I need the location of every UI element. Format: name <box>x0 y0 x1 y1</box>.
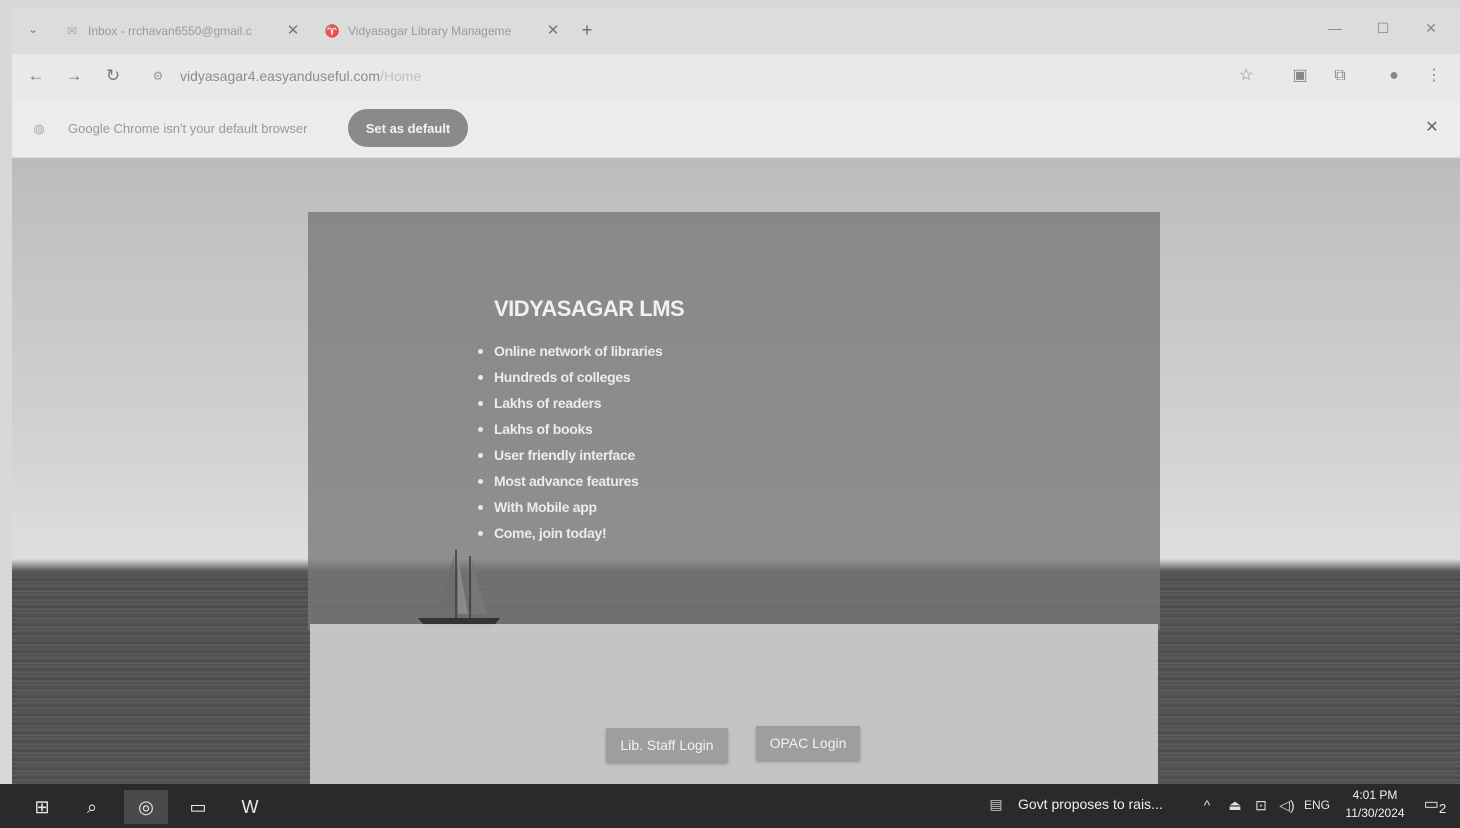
tab-label: Vidyasagar Library Manageme <box>348 24 512 38</box>
clock-date: 11/30/2024 <box>1345 806 1405 820</box>
feature-item: User friendly interface <box>474 442 663 468</box>
feature-item: With Mobile app <box>474 494 663 520</box>
opac-login-button[interactable]: OPAC Login <box>756 726 860 760</box>
address-bar[interactable]: vidyasagar4.easyanduseful.com/Home <box>180 64 1080 88</box>
maximize-icon[interactable]: ☐ <box>1368 16 1398 40</box>
reload-icon[interactable]: ↻ <box>101 64 125 88</box>
news-headline[interactable]: Govt proposes to rais... <box>1018 792 1163 816</box>
more-menu-icon[interactable]: ⋮ <box>1422 64 1446 88</box>
profile-icon[interactable]: ● <box>1382 64 1406 88</box>
tab-strip: ⌄ ✉ Inbox - rrchavan6550@gmail.c ✕ ♈ Vid… <box>12 8 1460 54</box>
infobar-message: Google Chrome isn't your default browser <box>68 121 308 136</box>
feature-item: Lakhs of books <box>474 416 663 442</box>
set-as-default-button[interactable]: Set as default <box>348 109 468 147</box>
tray-chevron-up-icon[interactable]: ^ <box>1196 794 1218 816</box>
window-close-icon[interactable]: ✕ <box>1416 16 1446 40</box>
notification-count: 2 <box>1438 801 1447 817</box>
page-title: VIDYASAGAR LMS <box>494 296 685 321</box>
extensions-puzzle-icon[interactable]: ⧉ <box>1328 64 1352 88</box>
browser-window: ⌄ ✉ Inbox - rrchavan6550@gmail.c ✕ ♈ Vid… <box>12 8 1460 784</box>
system-clock[interactable]: 4:01 PM 11/30/2024 <box>1340 786 1410 822</box>
url-path: /Home <box>380 68 422 84</box>
lib-staff-login-button[interactable]: Lib. Staff Login <box>606 728 728 762</box>
feature-item: Hundreds of colleges <box>474 364 663 390</box>
new-tab-icon[interactable]: + <box>575 18 599 42</box>
login-panel: Lib. Staff Login OPAC Login <box>310 624 1158 784</box>
close-tab-icon[interactable]: ✕ <box>544 16 562 46</box>
search-icon[interactable]: ⌕ <box>70 790 114 824</box>
web-page: VIDYASAGAR LMS Online network of librari… <box>12 158 1460 784</box>
file-explorer-icon[interactable]: ▭ <box>176 790 220 824</box>
pdf-extension-icon[interactable]: ▣ <box>1288 64 1312 88</box>
feature-item: Online network of libraries <box>474 338 663 364</box>
address-toolbar: ← → ↻ ⚙ vidyasagar4.easyanduseful.com/Ho… <box>12 54 1460 98</box>
forward-arrow-icon[interactable]: → <box>62 64 86 88</box>
default-browser-infobar: ◍ Google Chrome isn't your default brows… <box>12 98 1460 158</box>
close-infobar-icon[interactable]: ✕ <box>1420 116 1444 140</box>
news-widget-icon[interactable]: ▤ <box>986 794 1006 814</box>
word-icon[interactable]: W <box>228 790 272 824</box>
tab-gmail-inbox[interactable]: ✉ Inbox - rrchavan6550@gmail.c ✕ <box>52 16 308 46</box>
clock-time: 4:01 PM <box>1352 788 1398 802</box>
notification-center-icon[interactable]: ▭2 <box>1420 792 1450 818</box>
minimize-icon[interactable]: — <box>1320 16 1350 40</box>
tab-vidyasagar[interactable]: ♈ Vidyasagar Library Manageme ✕ <box>312 16 568 46</box>
sailing-ship-image <box>418 550 500 628</box>
tab-search-chevron-icon[interactable]: ⌄ <box>24 20 42 38</box>
vidyasagar-favicon: ♈ <box>324 24 340 38</box>
feature-list: Online network of libraries Hundreds of … <box>474 338 663 546</box>
tab-label: Inbox - rrchavan6550@gmail.c <box>88 24 252 38</box>
windows-taskbar: ⊞ ⌕ ◎ ▭ W ▤ Govt proposes to rais... ^ ⏏… <box>0 784 1460 828</box>
back-arrow-icon[interactable]: ← <box>24 64 48 88</box>
usb-drive-icon[interactable]: ⏏ <box>1224 794 1246 816</box>
chrome-icon: ◍ <box>33 121 45 136</box>
gmail-icon: ✉ <box>66 24 78 38</box>
close-tab-icon[interactable]: ✕ <box>284 16 302 46</box>
hero-panel: VIDYASAGAR LMS Online network of librari… <box>308 212 1160 630</box>
feature-item: Most advance features <box>474 468 663 494</box>
volume-icon[interactable]: ◁) <box>1276 794 1298 816</box>
url-domain: vidyasagar4.easyanduseful.com <box>180 68 381 84</box>
language-indicator[interactable]: ENG <box>1304 794 1330 816</box>
site-info-icon[interactable]: ⚙ <box>148 66 168 86</box>
feature-item: Lakhs of readers <box>474 390 663 416</box>
chrome-taskbar-icon[interactable]: ◎ <box>124 790 168 824</box>
bookmark-star-icon[interactable]: ☆ <box>1234 64 1258 88</box>
windows-start-icon[interactable]: ⊞ <box>20 790 64 824</box>
network-icon[interactable]: ⊡ <box>1250 794 1272 816</box>
